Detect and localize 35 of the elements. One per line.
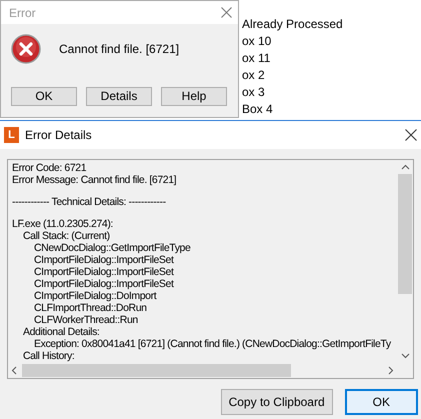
text-line: Call Stack: (Current) [23, 230, 111, 242]
tree-item[interactable]: ox 3 [242, 84, 343, 101]
text-line: CLFImportThread::DoRun [34, 302, 148, 314]
dialog-button[interactable]: Copy to Clipboard [220, 389, 333, 415]
dialog-button[interactable]: Details [86, 87, 152, 106]
text-line: LF.exe (11.0.2305.274): [12, 218, 114, 230]
app-logo: L [4, 127, 19, 143]
tree-item[interactable]: ox 10 [242, 33, 343, 50]
text-line: Error Message: Cannot find file. [6721] [12, 174, 178, 186]
tree-item[interactable]: ox 11 [242, 50, 343, 67]
details-text-area[interactable] [7, 159, 414, 379]
dialog-button[interactable]: Help [161, 87, 227, 106]
text-line: CImportFileDialog::ImportFileSet [34, 254, 175, 266]
scroll-thumb[interactable] [398, 174, 412, 294]
text-line: Call History: [23, 350, 76, 362]
text-line: ------------ Technical Details: ------------ [12, 196, 167, 208]
tree-item[interactable]: Box 4 [242, 101, 343, 118]
scroll-thumb[interactable] [22, 364, 291, 377]
dialog-title: Error [9, 4, 36, 22]
text-line: Additional Details: [23, 326, 100, 338]
text-line: CImportFileDialog::ImportFileSet [34, 278, 175, 290]
text-line: CImportFileDialog::ImportFileSet [34, 266, 175, 278]
dialog-button[interactable]: OK [11, 87, 77, 106]
text-line: CImportFileDialog::DoImport [34, 290, 158, 302]
tree-item[interactable]: Already Processed [242, 16, 343, 33]
dialog-button[interactable]: OK [344, 389, 418, 415]
window-title: Error Details [25, 127, 92, 144]
text-line: Error Code: 6721 [12, 162, 88, 174]
text-line: Exception: 0x80041a41 [6721] (Cannot find file.) (CNewDocDialog::GetImportFileTy [34, 338, 392, 350]
text-line: CNewDocDialog::GetImportFileType [34, 242, 192, 254]
error-message: Cannot find file. [6721] [59, 41, 180, 58]
error-icon [11, 34, 41, 64]
close-icon[interactable] [405, 129, 417, 141]
text-line: CLFWorkerThread::Run [34, 314, 139, 326]
tree-item[interactable]: ox 2 [242, 67, 343, 84]
